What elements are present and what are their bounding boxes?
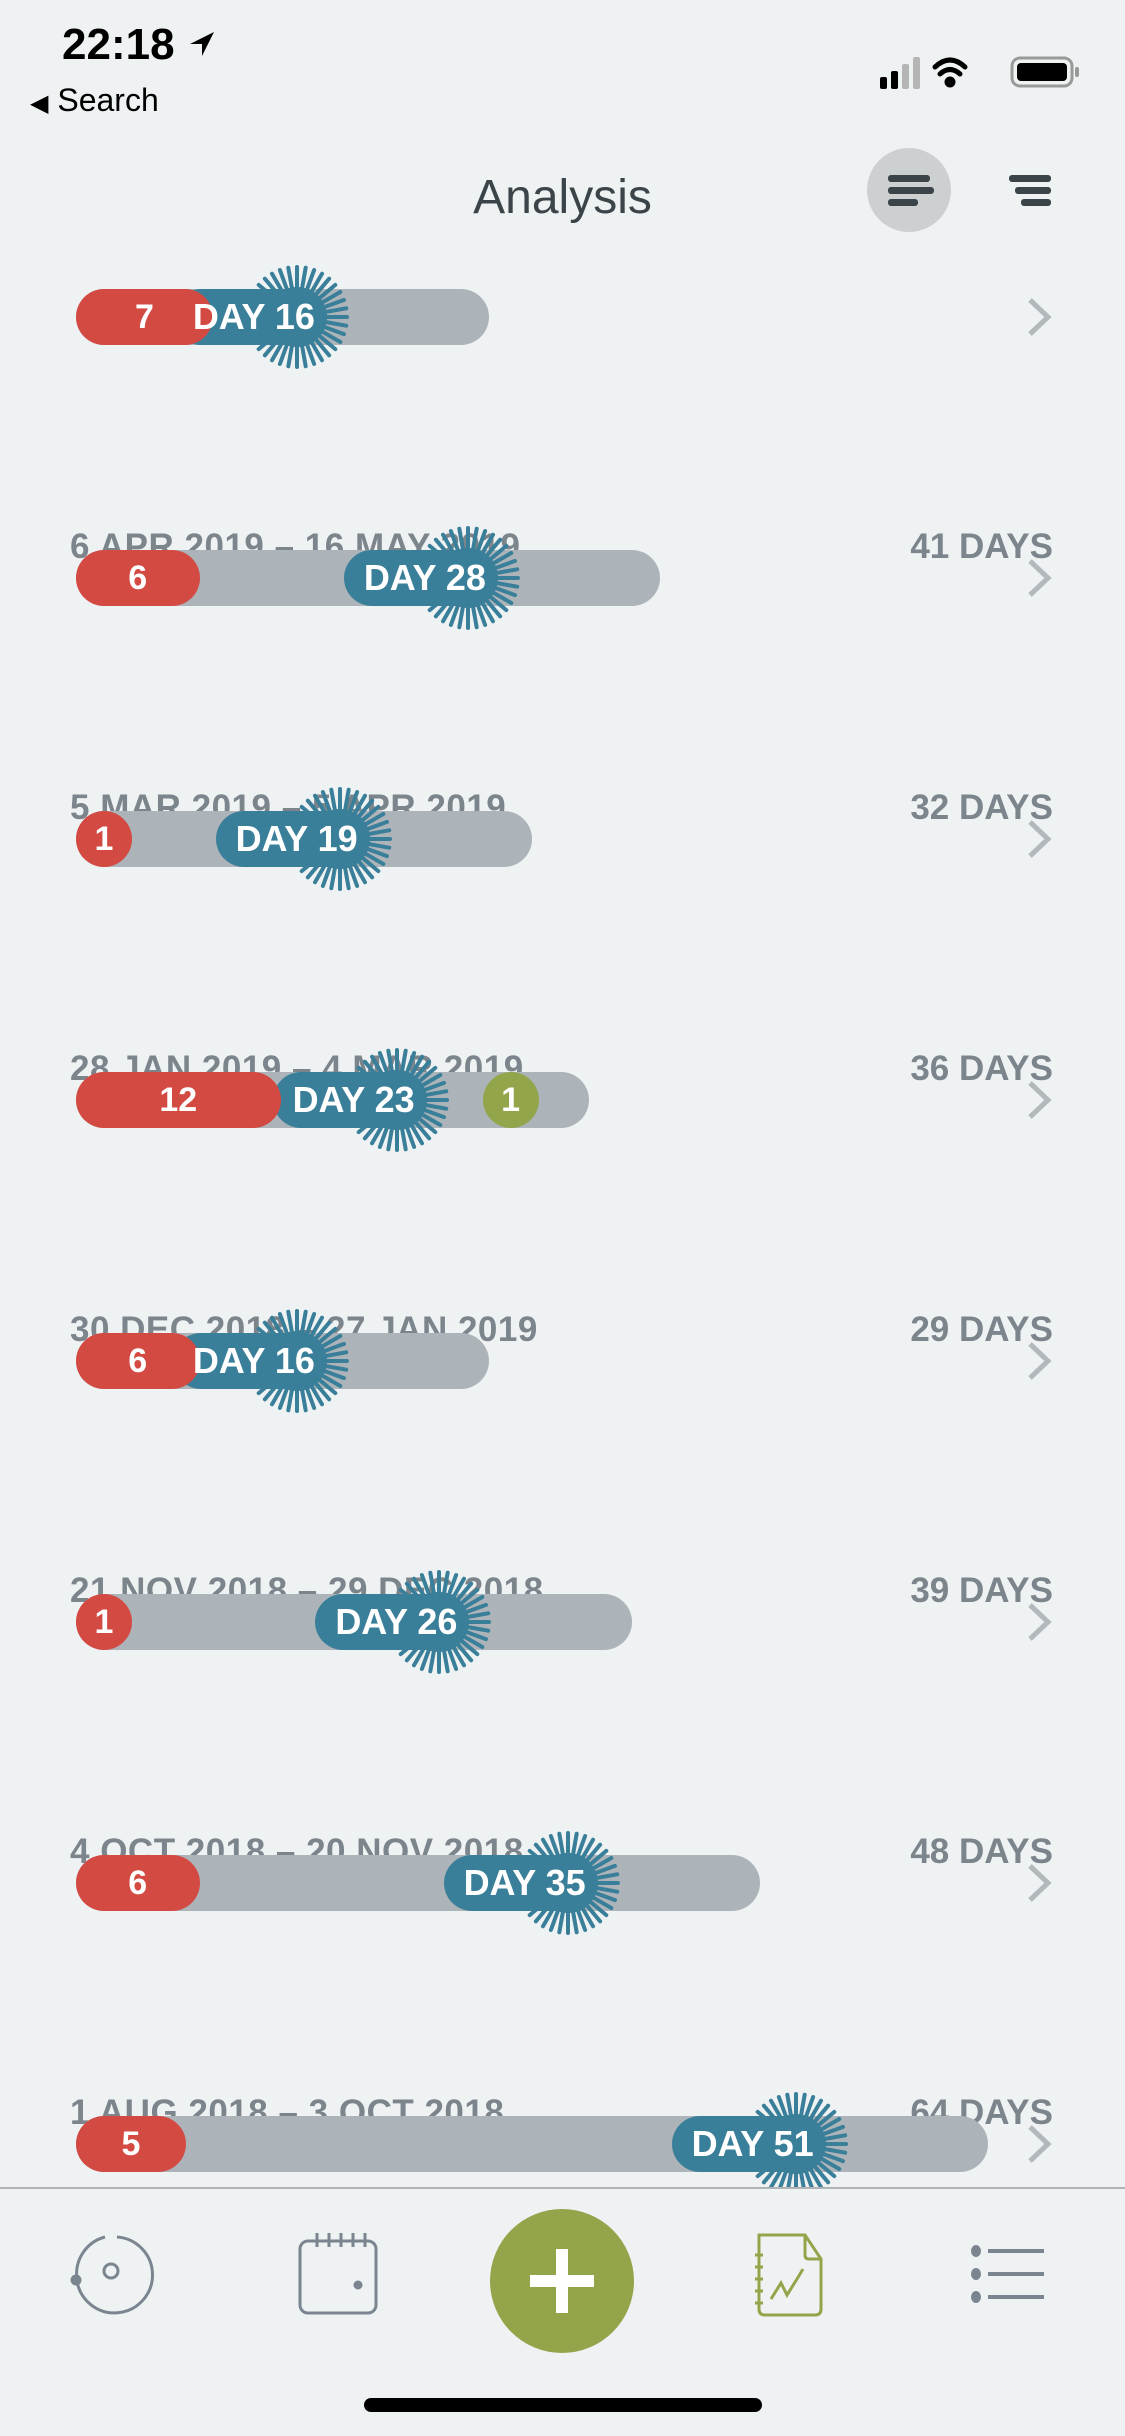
period-days-pill: 6 — [76, 550, 200, 606]
sort-button[interactable] — [867, 148, 951, 232]
cycle-bar: 6 DAY 28 — [76, 526, 661, 630]
marker-pill: 1 — [482, 1072, 539, 1128]
add-icon — [530, 2249, 594, 2313]
wifi-icon — [932, 57, 968, 88]
add-button[interactable] — [490, 2209, 634, 2353]
cycle-bar: 1 DAY 26 — [76, 1570, 632, 1674]
cycle-bar: 7 DAY 16 — [76, 265, 490, 369]
ovulation-day-label: DAY 28 — [363, 557, 486, 598]
back-to-search[interactable]: ◀ Search — [30, 82, 159, 119]
signal-icon — [880, 57, 920, 89]
chevron-right-icon[interactable] — [1022, 2124, 1056, 2164]
cycle-row[interactable]: 1 AUG 2018 – 3 OCT 2018 64 DAYS 5 DAY 51 — [0, 1986, 1125, 2187]
chevron-right-icon[interactable] — [1022, 1863, 1056, 1903]
tab-calendar[interactable] — [282, 2219, 392, 2329]
calendar-icon — [298, 2233, 378, 2315]
tab-cycle[interactable] — [57, 2219, 167, 2329]
page-title: Analysis — [473, 171, 652, 224]
period-days-pill: 5 — [76, 2116, 186, 2172]
analysis-icon — [755, 2233, 823, 2317]
location-arrow-icon — [189, 32, 214, 56]
home-indicator — [364, 2398, 762, 2412]
cycle-row[interactable]: 30 DEC 2018 – 27 JAN 2019 29 DAYS 6 DAY 16 — [0, 1203, 1125, 1464]
ovulation-day-label: DAY 16 — [192, 1340, 315, 1381]
battery-icon — [1010, 56, 1079, 88]
back-label: Search — [57, 82, 159, 118]
cycle-row[interactable]: 7 DAY 16 — [0, 256, 1125, 420]
cycle-row[interactable]: 5 MAR 2019 – 5 APR 2019 32 DAYS 1 DAY 19 — [0, 681, 1125, 942]
cycle-row[interactable]: 21 NOV 2018 – 29 DEC 2018 39 DAYS 1 DAY 26 — [0, 1464, 1125, 1725]
filter-button[interactable] — [995, 148, 1079, 232]
chevron-right-icon[interactable] — [1022, 1602, 1056, 1642]
cycle-row[interactable]: 6 APR 2019 – 16 MAY 2019 41 DAYS 6 DAY 28 — [0, 420, 1125, 681]
ovulation-day-label: DAY 26 — [335, 1601, 458, 1642]
cycle-bar: 6 DAY 35 — [76, 1831, 760, 1935]
cycle-bar: 5 DAY 51 — [76, 2092, 988, 2187]
cycle-bar: 6 DAY 16 — [76, 1309, 490, 1413]
cycle-row[interactable]: 4 OCT 2018 – 20 NOV 2018 48 DAYS 6 DAY 35 — [0, 1725, 1125, 1986]
chevron-right-icon[interactable] — [1022, 1341, 1056, 1381]
ovulation-day-label: DAY 19 — [235, 818, 358, 859]
chevron-right-icon[interactable] — [1022, 297, 1056, 337]
cycle-list[interactable]: 7 DAY 16 6 APR 2019 – 16 MAY 2019 41 DAYS… — [0, 256, 1125, 2187]
list-icon — [971, 2245, 1044, 2303]
sort-lines-icon — [888, 175, 934, 206]
ovulation-day-label: DAY 35 — [463, 1862, 586, 1903]
ovulation-day-label: DAY 23 — [292, 1079, 415, 1120]
chevron-right-icon[interactable] — [1022, 558, 1056, 598]
cycle-bar: 1 DAY 19 — [76, 787, 532, 891]
ovulation-day-label: DAY 51 — [691, 2123, 814, 2164]
status-icons — [880, 56, 1079, 89]
cycle-bar: 12 DAY 23 1 — [76, 1048, 589, 1152]
tab-list[interactable] — [958, 2219, 1068, 2329]
status-time: 22:18 — [62, 20, 217, 70]
chevron-right-icon[interactable] — [1022, 1080, 1056, 1120]
back-triangle-icon: ◀ — [30, 90, 49, 117]
cycle-icon — [70, 2235, 154, 2315]
ovulation-day-label: DAY 16 — [192, 296, 315, 337]
chevron-right-icon[interactable] — [1022, 819, 1056, 859]
filter-lines-icon — [1009, 175, 1051, 206]
period-days-pill: 1 — [76, 1594, 132, 1650]
period-days-pill: 12 — [76, 1072, 281, 1128]
period-days-pill: 1 — [76, 811, 132, 867]
period-days-pill: 6 — [76, 1855, 200, 1911]
tab-analysis[interactable] — [733, 2219, 843, 2329]
cycle-row[interactable]: 28 JAN 2019 – 4 MAR 2019 36 DAYS 12 DAY 23… — [0, 942, 1125, 1203]
